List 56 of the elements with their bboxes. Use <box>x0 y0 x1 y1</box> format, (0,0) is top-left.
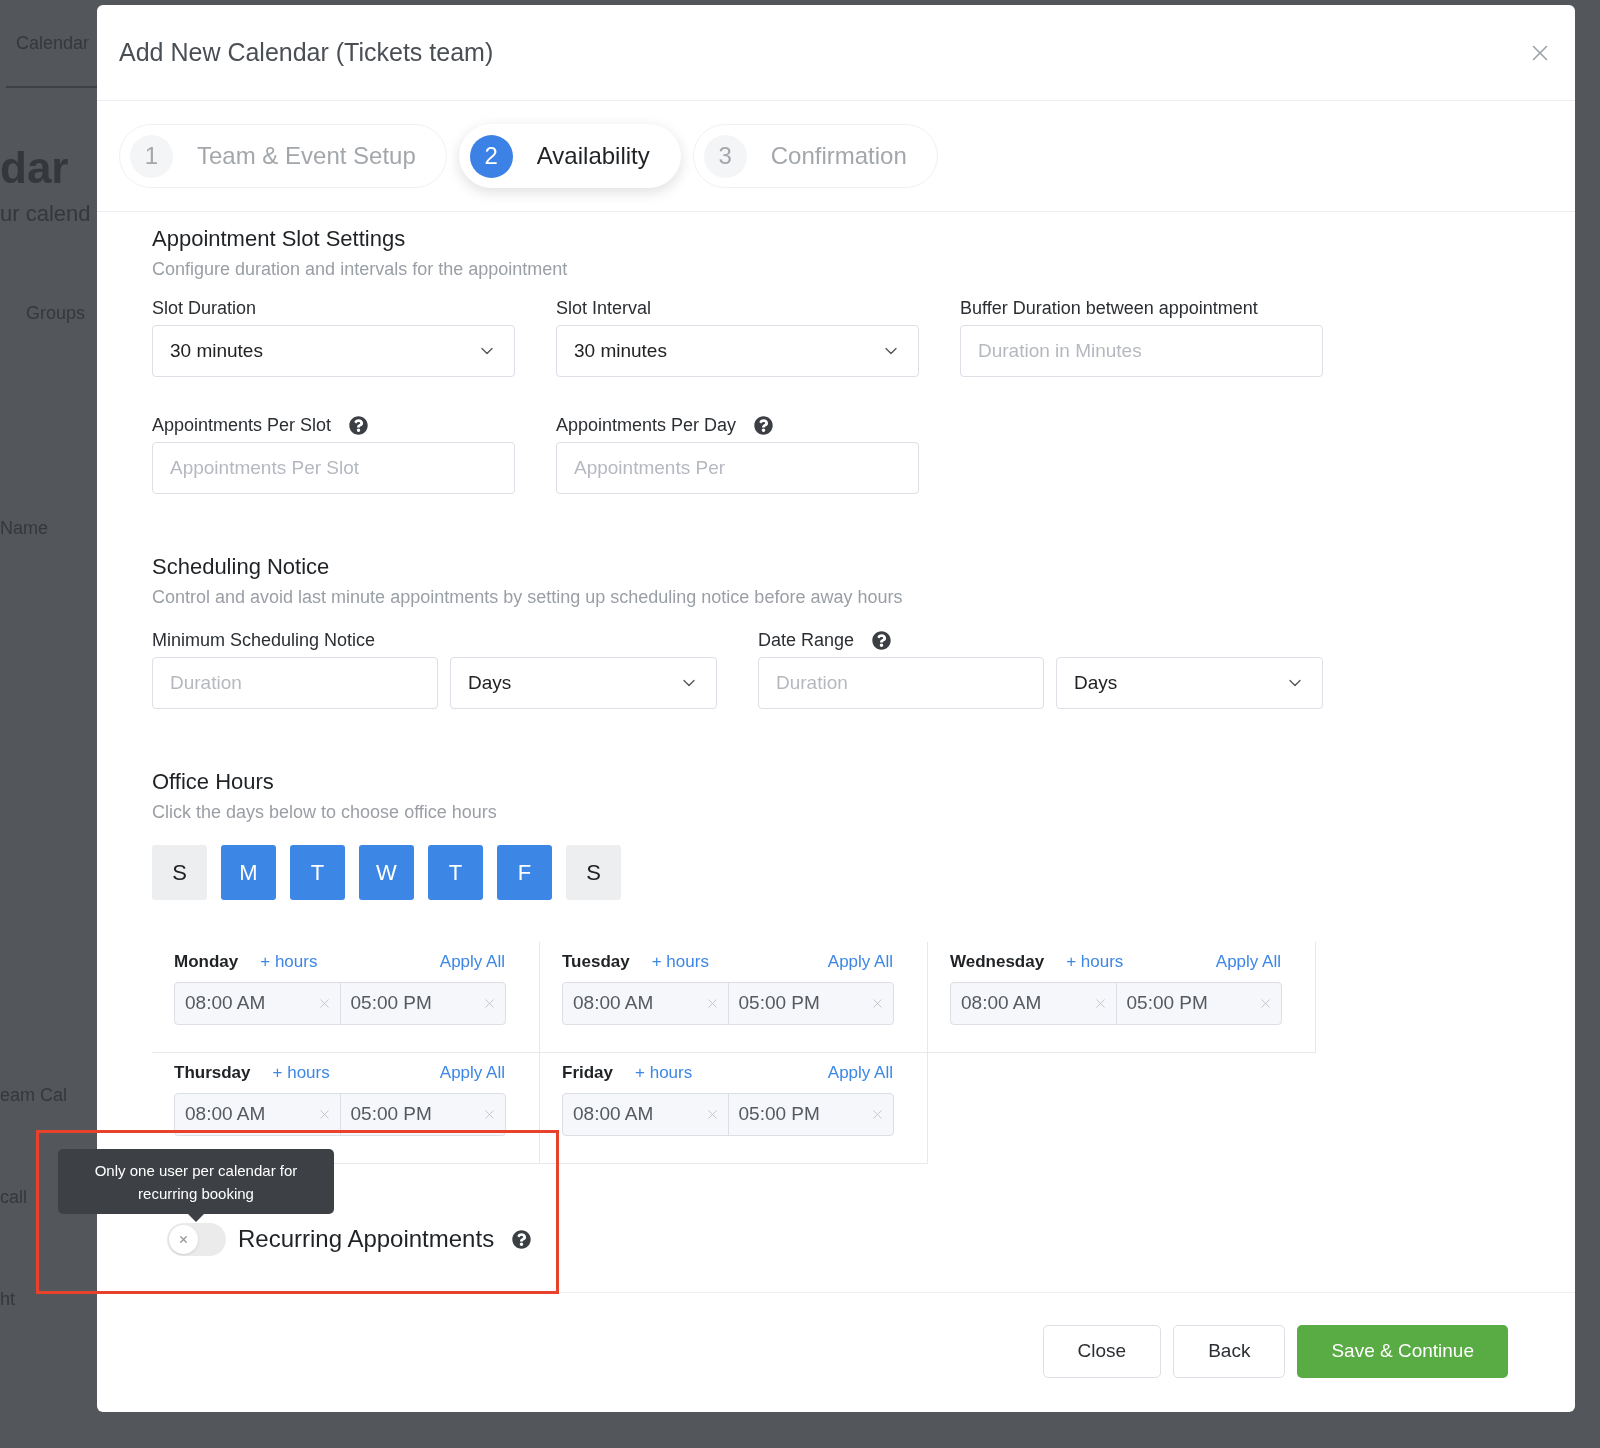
input-field[interactable]: Duration in Minutes <box>960 325 1323 377</box>
day-label: Tuesday <box>562 951 630 974</box>
field-label: Appointments Per Day <box>556 413 737 437</box>
day-toggle[interactable]: W <box>359 845 414 900</box>
day-label: Thursday <box>174 1062 251 1085</box>
add-hours-link[interactable]: + hours <box>272 1060 330 1086</box>
day-toggle[interactable]: M <box>221 845 276 900</box>
tooltip: Only one user per calendar for recurring booking <box>58 1149 334 1222</box>
add-hours-link[interactable]: + hours <box>635 1060 693 1086</box>
add-hours-link[interactable]: + hours <box>260 949 318 975</box>
apply-all-link[interactable]: Apply All <box>827 1060 893 1086</box>
section-title: Appointment Slot Settings <box>152 225 407 253</box>
help-icon[interactable] <box>754 415 774 435</box>
apply-all-link[interactable]: Apply All <box>439 949 505 975</box>
input-field[interactable]: Duration <box>758 657 1044 709</box>
section-subtitle: Configure duration and intervals for the appointment <box>152 258 569 281</box>
section-title: Scheduling Notice <box>152 553 331 581</box>
secondary-button[interactable]: Close <box>1042 1325 1162 1378</box>
help-icon[interactable] <box>349 415 369 435</box>
input-field[interactable]: Appointments Per <box>556 442 919 494</box>
dropdown[interactable]: Days <box>450 657 717 709</box>
step-tab[interactable]: 2 Availability <box>458 124 681 188</box>
input-field[interactable]: Duration <box>152 657 438 709</box>
toggle-label: Recurring Appointments <box>238 1224 495 1254</box>
input-field[interactable]: Appointments Per Slot <box>152 442 515 494</box>
day-label: Wednesday <box>950 951 1045 974</box>
help-icon[interactable] <box>872 630 892 650</box>
field-label: Buffer Duration between appointment <box>960 296 1258 320</box>
section-subtitle: Click the days below to choose office hours <box>152 801 498 824</box>
apply-all-link[interactable]: Apply All <box>827 949 893 975</box>
field-label: Appointments Per Slot <box>152 413 332 437</box>
dropdown[interactable]: Days <box>1056 657 1323 709</box>
day-toggle[interactable]: S <box>152 845 207 900</box>
day-label: Monday <box>174 951 239 974</box>
field-label: Minimum Scheduling Notice <box>152 628 376 652</box>
field-label: Slot Interval <box>556 296 652 320</box>
section-title: Office Hours <box>152 768 275 796</box>
cross-icon <box>178 1233 189 1245</box>
secondary-button[interactable]: Back <box>1173 1325 1286 1378</box>
help-icon[interactable] <box>512 1229 532 1249</box>
dropdown[interactable]: 30 minutes <box>152 325 515 377</box>
add-hours-link[interactable]: + hours <box>1066 949 1124 975</box>
apply-all-link[interactable]: Apply All <box>439 1060 505 1086</box>
field-label: Slot Duration <box>152 296 257 320</box>
day-toggle[interactable]: S <box>566 845 621 900</box>
toggle-switch[interactable] <box>167 1222 226 1256</box>
add-hours-link[interactable]: + hours <box>651 949 709 975</box>
day-toggle[interactable]: T <box>290 845 345 900</box>
apply-all-link[interactable]: Apply All <box>1215 949 1281 975</box>
field-label: Date Range <box>758 628 855 652</box>
day-label: Friday <box>562 1062 614 1085</box>
dialog-title: Add New Calendar (Tickets team) <box>119 36 494 68</box>
dropdown[interactable]: 30 minutes <box>556 325 919 377</box>
day-toggle[interactable]: T <box>428 845 483 900</box>
section-subtitle: Control and avoid last minute appointments by setting up scheduling notice before away hours <box>152 586 904 609</box>
day-toggle[interactable]: F <box>497 845 552 900</box>
